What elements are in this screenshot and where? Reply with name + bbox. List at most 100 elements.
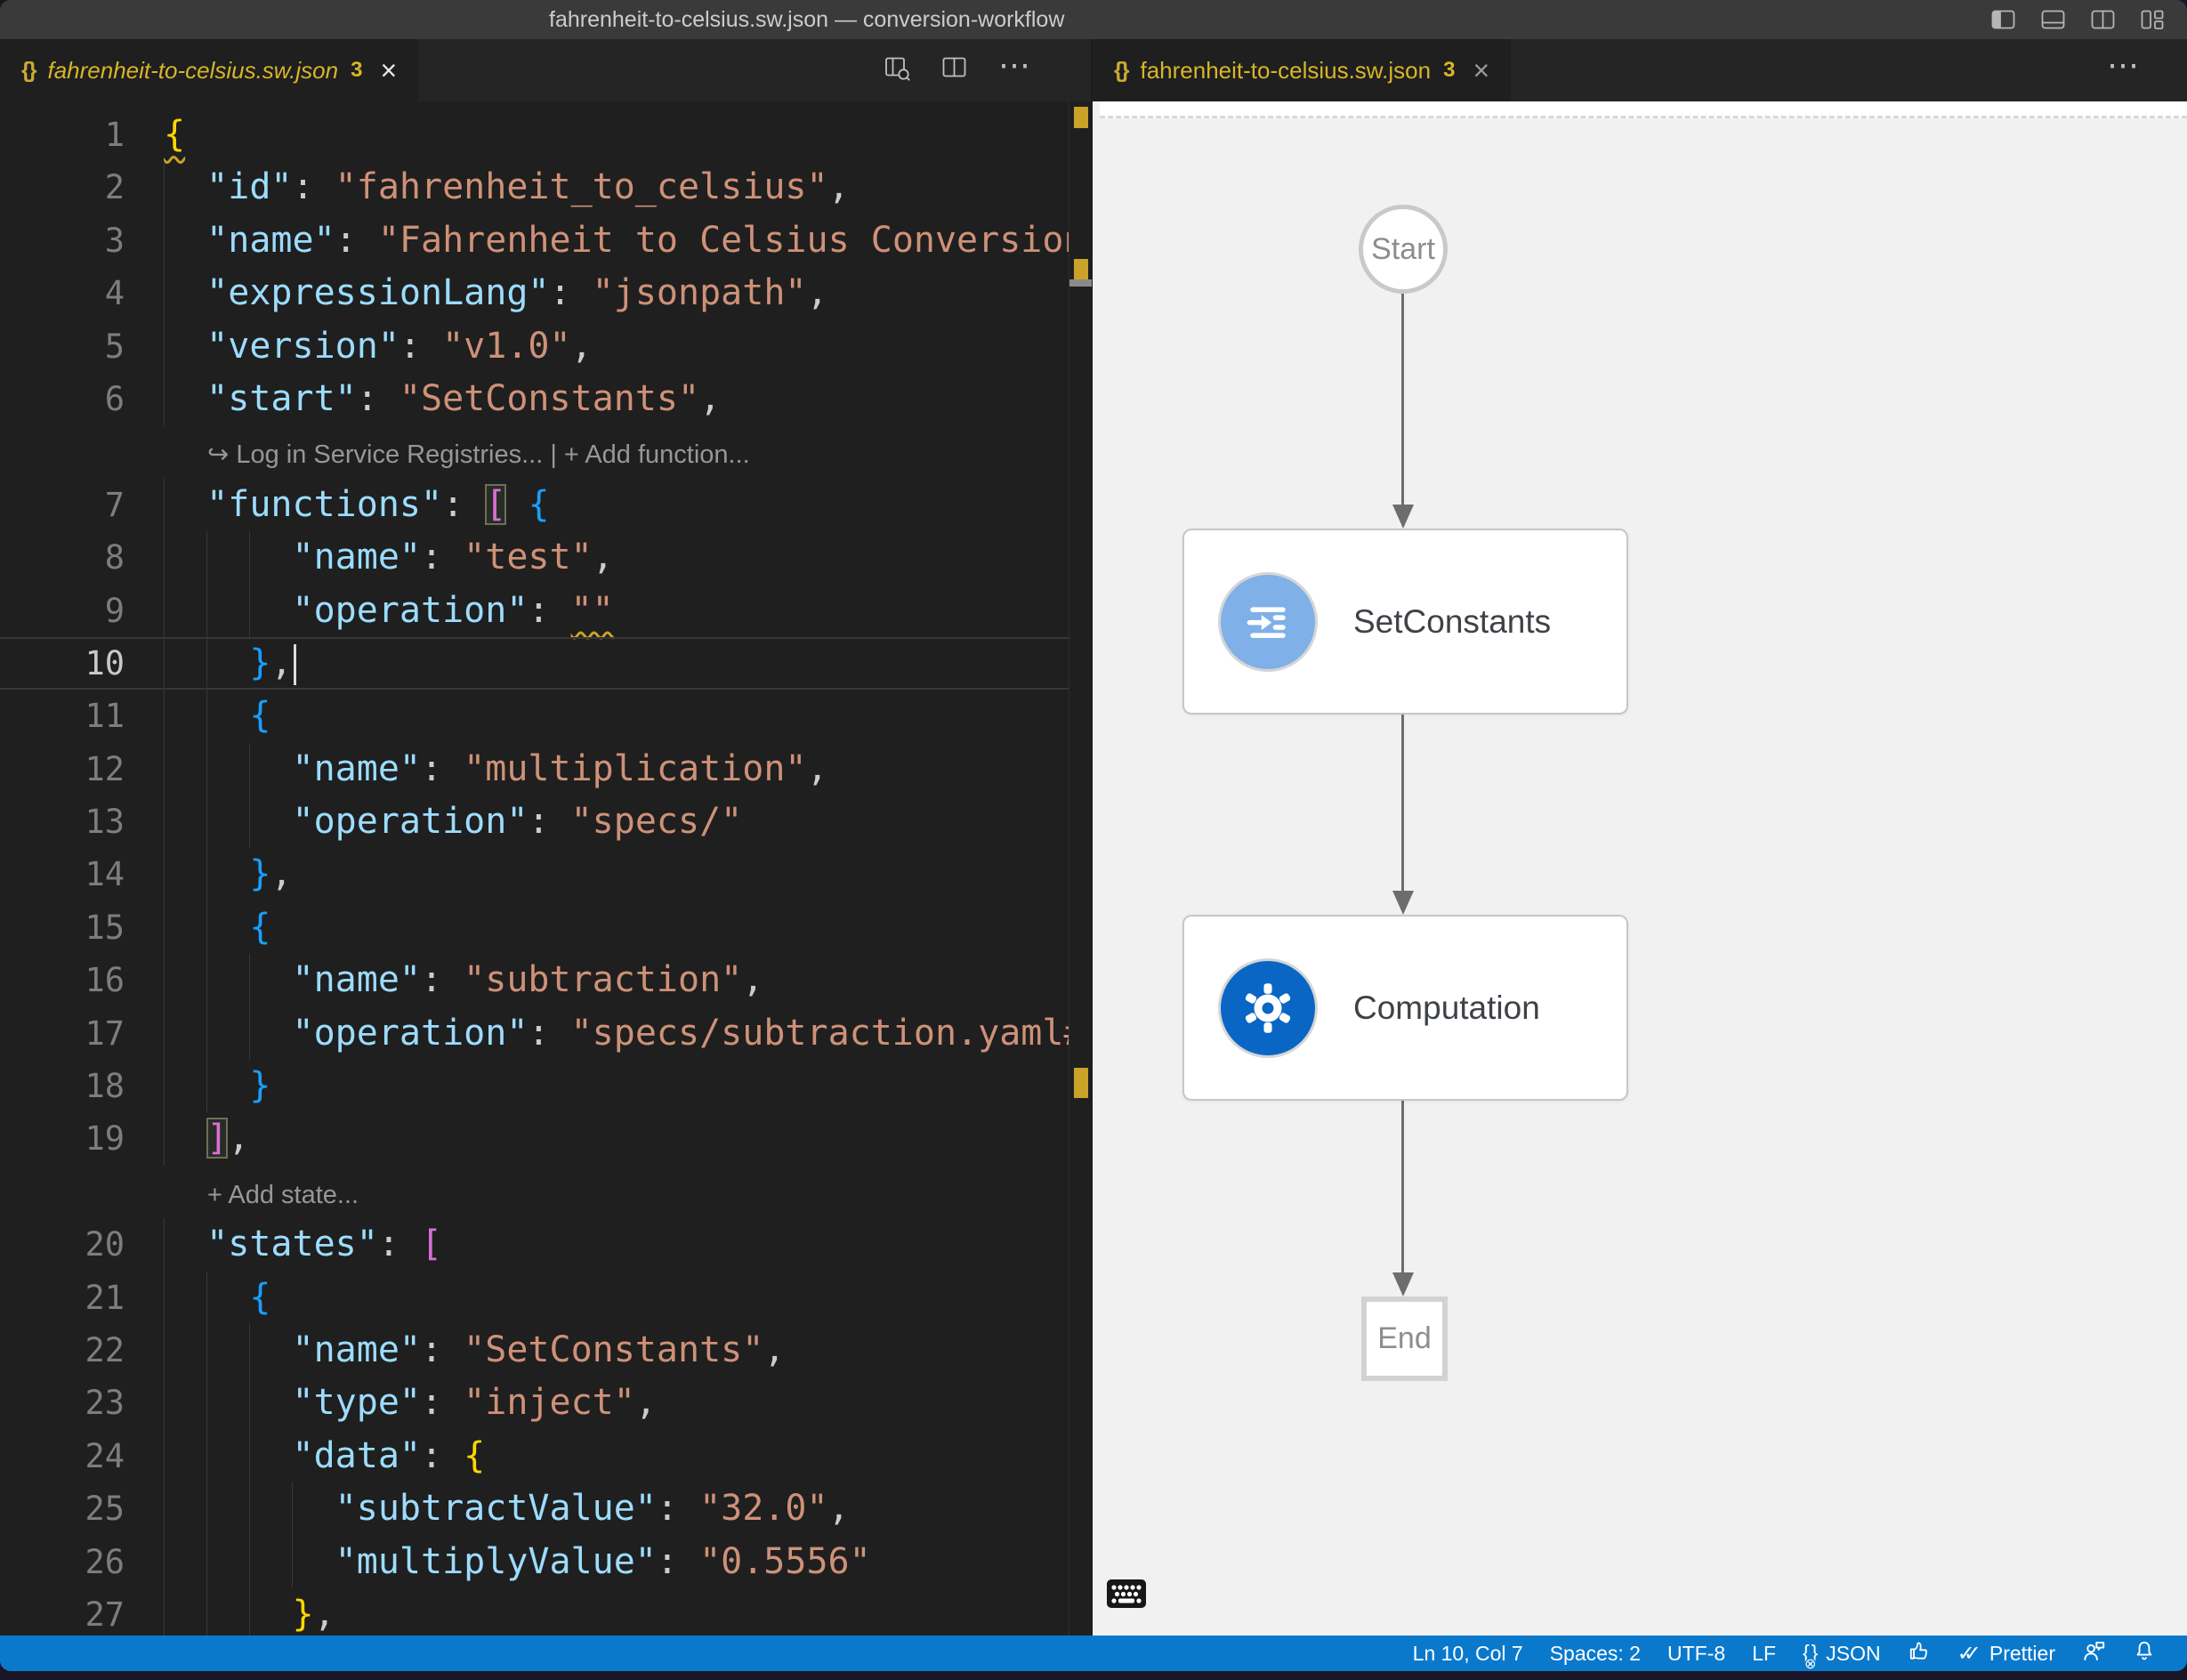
workflow-end-node[interactable]: End: [1361, 1296, 1448, 1381]
code-token: }: [249, 1065, 270, 1106]
code-row[interactable]: 16 "name": "subtraction",: [0, 954, 1091, 1006]
tab-right-json-file[interactable]: {} fahrenheit-to-celsius.sw.json 3 ×: [1093, 39, 1511, 101]
code-row[interactable]: 21 {: [0, 1272, 1091, 1324]
code-row[interactable]: 17 "operation": "specs/subtraction.yaml#…: [0, 1007, 1091, 1060]
customize-layout-icon[interactable]: [2141, 10, 2164, 29]
indent-guide: [206, 1482, 207, 1535]
overview-ruler[interactable]: [1069, 101, 1091, 1636]
line-number: 17: [0, 1007, 125, 1060]
code-row[interactable]: 22 "name": "SetConstants",: [0, 1324, 1091, 1377]
codelens-row[interactable]: ↪ Log in Service Registries... | + Add f…: [0, 425, 1091, 478]
code-token: :: [421, 959, 464, 1000]
schema-error-icon: ⊗: [1804, 1658, 1816, 1672]
code-row[interactable]: 19 ],: [0, 1112, 1091, 1165]
more-actions-button[interactable]: ⋯: [2107, 49, 2143, 92]
code-row[interactable]: 25 "subtractValue": "32.0",: [0, 1482, 1091, 1535]
feedback-person-button[interactable]: [2069, 1636, 2119, 1671]
canvas-top-divider: [1100, 101, 2187, 118]
code-row[interactable]: 10 },: [0, 637, 1091, 690]
split-editor-button[interactable]: [941, 55, 968, 86]
code-row[interactable]: 12 "name": "multiplication",: [0, 743, 1091, 796]
workflow-start-node[interactable]: Start: [1359, 205, 1448, 294]
code-row[interactable]: 7 "functions": [ {: [0, 479, 1091, 531]
line-number: 27: [0, 1588, 125, 1636]
indent-guide: [206, 690, 207, 742]
flow-arrow-line: [1401, 715, 1404, 892]
node-setconstants[interactable]: SetConstants: [1182, 529, 1628, 715]
close-tab-icon[interactable]: ×: [1473, 56, 1489, 85]
codelens-link[interactable]: ↪ Log in Service Registries... | + Add f…: [207, 440, 750, 469]
indent-guide: [292, 1482, 293, 1535]
code-row[interactable]: 2 "id": "fahrenheit_to_celsius",: [0, 161, 1091, 214]
code-line: "states": [: [164, 1218, 1091, 1271]
code-row[interactable]: 14 },: [0, 848, 1091, 901]
language-mode-button[interactable]: { }⊗ JSON: [1789, 1636, 1894, 1671]
bell-icon: [2133, 1639, 2156, 1668]
toggle-sidebar-icon[interactable]: [1991, 10, 2015, 29]
indentation-value: Spaces: 2: [1550, 1642, 1641, 1666]
code-row[interactable]: 4 "expressionLang": "jsonpath",: [0, 267, 1091, 319]
indent-guide: [164, 585, 165, 637]
code-row[interactable]: 15 {: [0, 901, 1091, 954]
code-row[interactable]: 6 "start": "SetConstants",: [0, 373, 1091, 425]
code-token: [164, 801, 293, 842]
code-token: [: [421, 1224, 442, 1264]
goto-line-button[interactable]: Ln 10, Col 7: [1400, 1636, 1537, 1671]
workflow-diagram-canvas[interactable]: Start SetConst: [1093, 101, 2187, 1636]
codelens-link[interactable]: + Add state...: [207, 1181, 359, 1209]
indent-guide: [164, 1007, 165, 1060]
code-row[interactable]: 1{: [0, 109, 1091, 161]
code-row[interactable]: 20 "states": [: [0, 1218, 1091, 1271]
split-editor-layout-icon[interactable]: [2091, 10, 2115, 29]
line-number: 26: [0, 1536, 125, 1588]
toggle-panel-icon[interactable]: [2041, 10, 2065, 29]
tab-left-json-file[interactable]: {} fahrenheit-to-celsius.sw.json 3 ×: [0, 39, 418, 101]
code-token: [506, 484, 528, 525]
json-file-icon: {}: [21, 58, 35, 84]
code-row[interactable]: 8 "name": "test",: [0, 531, 1091, 584]
code-row[interactable]: 5 "version": "v1.0",: [0, 320, 1091, 373]
close-tab-icon[interactable]: ×: [380, 56, 397, 85]
code-token: "specs/": [571, 801, 743, 842]
code-token: "v1.0": [442, 326, 571, 367]
double-check-icon: ✓✓: [1957, 1641, 1970, 1667]
node-computation[interactable]: Computation: [1182, 915, 1628, 1101]
code-row[interactable]: 27 },: [0, 1588, 1091, 1636]
formatter-button[interactable]: ✓✓ Prettier: [1944, 1636, 2069, 1671]
indent-guide: [164, 901, 165, 954]
code-token: :: [421, 1329, 464, 1370]
code-row[interactable]: 13 "operation": "specs/": [0, 796, 1091, 848]
indentation-button[interactable]: Spaces: 2: [1537, 1636, 1654, 1671]
code-row[interactable]: 11 {: [0, 690, 1091, 742]
code-token: :: [657, 1488, 699, 1529]
code-token: "name": [293, 1329, 422, 1370]
code-token: "32.0": [699, 1488, 828, 1529]
indent-guide: [249, 531, 250, 584]
feedback-button[interactable]: [1894, 1636, 1944, 1671]
code-token: "version": [206, 326, 399, 367]
indent-guide: [164, 214, 165, 267]
code-row[interactable]: 9 "operation": "": [0, 585, 1091, 637]
eol-button[interactable]: LF: [1739, 1636, 1789, 1671]
indent-guide: [206, 637, 207, 690]
code-row[interactable]: 18 }: [0, 1060, 1091, 1112]
encoding-button[interactable]: UTF-8: [1654, 1636, 1739, 1671]
code-token: ,: [228, 1118, 249, 1159]
code-editor[interactable]: 1{2 "id": "fahrenheit_to_celsius",3 "nam…: [0, 101, 1091, 1636]
code-row[interactable]: 26 "multiplyValue": "0.5556": [0, 1536, 1091, 1588]
line-number: 11: [0, 690, 125, 742]
more-actions-button[interactable]: ⋯: [998, 49, 1034, 92]
line-number: 19: [0, 1112, 125, 1165]
indent-guide: [164, 1218, 165, 1271]
keyboard-shortcuts-icon[interactable]: [1106, 1579, 1147, 1613]
code-row[interactable]: 23 "type": "inject",: [0, 1377, 1091, 1429]
code-row[interactable]: 3 "name": "Fahrenheit to Celsius Convers…: [0, 214, 1091, 267]
code-token: ,: [593, 537, 614, 578]
codelens-row[interactable]: + Add state...: [0, 1166, 1091, 1218]
flow-arrow-line: [1401, 294, 1404, 505]
code-row[interactable]: 24 "data": {: [0, 1430, 1091, 1482]
line-number: 1: [0, 109, 125, 161]
notifications-button[interactable]: [2119, 1636, 2169, 1671]
open-preview-button[interactable]: [884, 55, 911, 86]
line-number: 4: [0, 267, 125, 319]
